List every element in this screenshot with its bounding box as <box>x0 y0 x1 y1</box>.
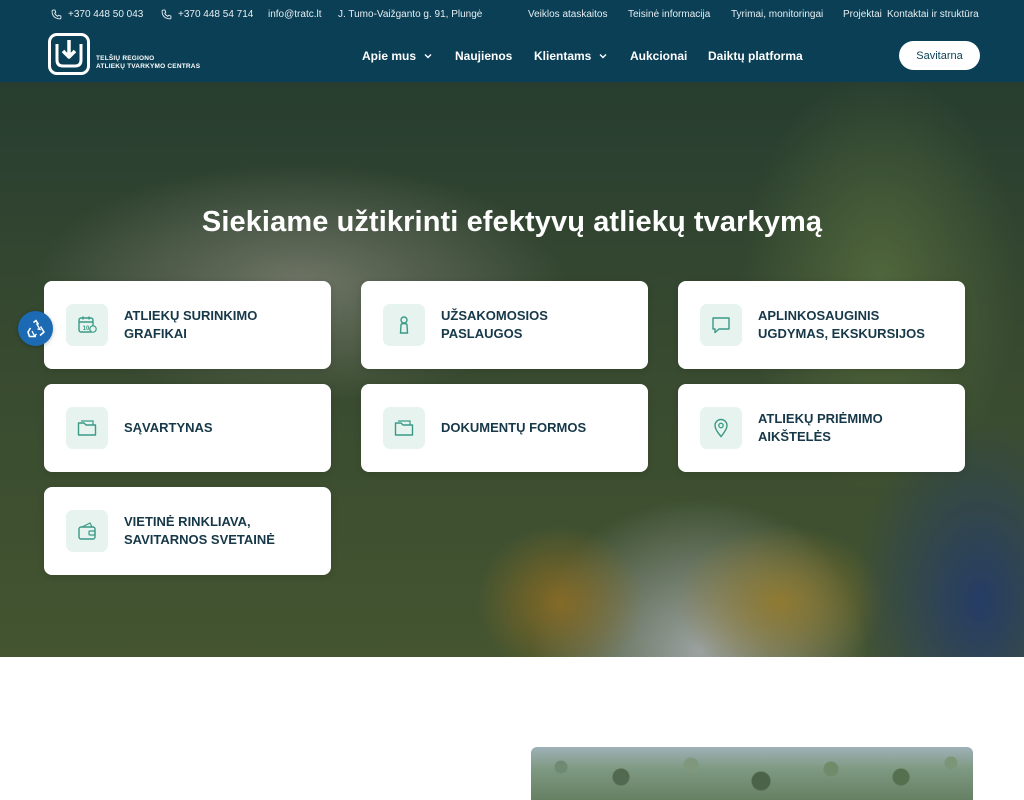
svg-text:10: 10 <box>83 326 90 332</box>
nav-item-daiktu-platforma[interactable]: Daiktų platforma <box>708 49 803 63</box>
card-aplinkosauginis-ugdymas[interactable]: APLINKOSAUGINIS UGDYMAS, EKSKURSIJOS <box>678 281 965 369</box>
card-label: SĄVARTYNAS <box>124 384 317 472</box>
card-label-line-2: UGDYMAS, EKSKURSIJOS <box>758 326 925 341</box>
card-label: DOKUMENTŲ FORMOS <box>441 384 634 472</box>
toplink-projektai[interactable]: Projektai <box>843 9 882 20</box>
toplink-teisine-informacija[interactable]: Teisinė informacija <box>628 9 710 20</box>
phone-2-text: +370 448 54 714 <box>178 9 254 20</box>
toplink-tyrimai[interactable]: Tyrimai, monitoringai <box>731 9 823 20</box>
nav-item-aukcionai[interactable]: Aukcionai <box>630 49 687 63</box>
chevron-down-icon <box>599 54 607 59</box>
logo-line-1: TELŠIŲ REGIONO <box>96 55 155 62</box>
card-label-line-1: ATLIEKŲ SURINKIMO <box>124 308 258 323</box>
chat-icon <box>700 304 742 346</box>
card-label-line-1: SĄVARTYNAS <box>124 420 213 435</box>
chevron-down-icon <box>424 54 432 59</box>
card-label: APLINKOSAUGINIS UGDYMAS, EKSKURSIJOS <box>758 281 951 369</box>
card-label-line-1: VIETINĖ RINKLIAVA, <box>124 514 251 529</box>
nav-label: Aukcionai <box>630 49 688 63</box>
address-text: J. Tumo-Vaižganto g. 91, Plungė <box>338 9 483 20</box>
card-label-line-2: AIKŠTELĖS <box>758 429 831 444</box>
top-bar: +370 448 50 043 +370 448 54 714 info@tra… <box>0 0 1024 28</box>
card-vietine-rinkliava[interactable]: VIETINĖ RINKLIAVA, SAVITARNOS SVETAINĖ <box>44 487 331 575</box>
phone-link-2[interactable]: +370 448 54 714 <box>161 9 253 20</box>
nav-item-apie-mus[interactable]: Apie mus <box>362 49 432 63</box>
card-dokumentu-formos[interactable]: DOKUMENTŲ FORMOS <box>361 384 648 472</box>
nav-item-klientams[interactable]: Klientams <box>534 49 607 63</box>
forest-image <box>531 747 973 800</box>
card-label-line-1: APLINKOSAUGINIS <box>758 308 880 323</box>
card-savartynas[interactable]: SĄVARTYNAS <box>44 384 331 472</box>
wallet-icon <box>66 510 108 552</box>
card-label: UŽSAKOMOSIOS PASLAUGOS <box>441 281 634 369</box>
recycle-icon <box>26 319 45 337</box>
folder-icon <box>66 407 108 449</box>
savitarna-button[interactable]: Savitarna <box>899 41 980 70</box>
phone-link-1[interactable]: +370 448 50 043 <box>51 9 143 20</box>
card-uzsakomosios-paslaugos[interactable]: UŽSAKOMOSIOS PASLAUGOS <box>361 281 648 369</box>
nav-item-naujienos[interactable]: Naujienos <box>455 49 512 63</box>
nav-label: Daiktų platforma <box>708 49 803 63</box>
site-logo[interactable]: TELŠIŲ REGIONO ATLIEKŲ TVARKYMO CENTRAS <box>48 33 200 75</box>
card-label: ATLIEKŲ PRIĖMIMO AIKŠTELĖS <box>758 384 951 472</box>
card-label: VIETINĖ RINKLIAVA, SAVITARNOS SVETAINĖ <box>124 487 317 575</box>
logo-text: TELŠIŲ REGIONO ATLIEKŲ TVARKYMO CENTRAS <box>96 55 200 75</box>
folder-icon <box>383 407 425 449</box>
card-label-line-2: GRAFIKAI <box>124 326 187 341</box>
phone-1-text: +370 448 50 043 <box>68 9 144 20</box>
card-atlieku-surinkimo-grafikai[interactable]: 10 ATLIEKŲ SURINKIMO GRAFIKAI <box>44 281 331 369</box>
card-label-line-1: DOKUMENTŲ FORMOS <box>441 420 587 435</box>
card-label: ATLIEKŲ SURINKIMO GRAFIKAI <box>124 281 317 369</box>
card-atlieku-priemimo-aiksteles[interactable]: ATLIEKŲ PRIĖMIMO AIKŠTELĖS <box>678 384 965 472</box>
location-pin-icon <box>700 407 742 449</box>
calendar-icon: 10 <box>66 304 108 346</box>
site-header: +370 448 50 043 +370 448 54 714 info@tra… <box>0 0 1024 82</box>
person-icon <box>383 304 425 346</box>
nav-label: Naujienos <box>455 49 513 63</box>
card-label-line-2: SAVITARNOS SVETAINĖ <box>124 532 275 547</box>
toplink-kontaktai[interactable]: Kontaktai ir struktūra <box>887 9 979 20</box>
recycle-widget-button[interactable] <box>18 311 53 346</box>
card-label-line-1: UŽSAKOMOSIOS <box>441 308 548 323</box>
toplink-veiklos-ataskaitos[interactable]: Veiklos ataskaitos <box>528 9 608 20</box>
email-link[interactable]: info@tratc.lt <box>268 9 322 20</box>
hero-title: Siekiame užtikrinti efektyvų atliekų tva… <box>201 206 823 238</box>
phone-icon <box>161 9 172 20</box>
card-label-line-2: PASLAUGOS <box>441 326 523 341</box>
phone-icon <box>51 9 62 20</box>
logo-line-2: ATLIEKŲ TVARKYMO CENTRAS <box>96 63 201 70</box>
logo-mark-icon <box>48 33 90 75</box>
nav-label: Apie mus <box>362 49 417 63</box>
hero-section: Siekiame užtikrinti efektyvų atliekų tva… <box>0 82 1024 657</box>
card-label-line-1: ATLIEKŲ PRIĖMIMO <box>758 411 883 426</box>
nav-label: Klientams <box>534 49 592 63</box>
